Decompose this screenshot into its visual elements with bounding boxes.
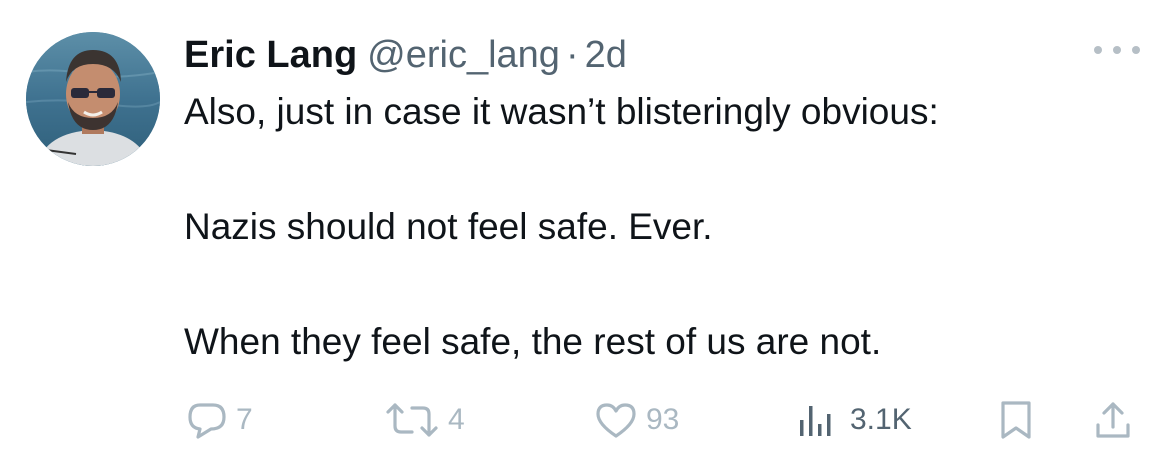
tweet-text: Also, just in case it wasn’t blisteringl… bbox=[184, 88, 1144, 365]
avatar-image bbox=[26, 32, 160, 166]
avatar[interactable] bbox=[26, 32, 160, 166]
tweet-line: When they feel safe, the rest of us are … bbox=[184, 321, 882, 362]
retweet-icon bbox=[386, 403, 438, 437]
retweet-count: 4 bbox=[448, 403, 465, 436]
reply-bubble-icon bbox=[188, 403, 226, 439]
retweet-button[interactable]: 4 bbox=[384, 392, 465, 448]
views-count: 3.1K bbox=[850, 403, 912, 436]
like-button[interactable]: 93 bbox=[594, 392, 679, 448]
share-upload-icon bbox=[1096, 402, 1130, 438]
author-name[interactable]: Eric Lang bbox=[184, 32, 357, 78]
like-count: 93 bbox=[646, 403, 680, 436]
tweet-card: Eric Lang @eric_lang · 2d Also, just in … bbox=[0, 0, 1170, 470]
header-separator: · bbox=[565, 34, 579, 76]
tweet-header: Eric Lang @eric_lang · 2d bbox=[184, 32, 627, 78]
author-handle[interactable]: @eric_lang bbox=[367, 32, 560, 78]
more-horizontal-icon[interactable] bbox=[1094, 38, 1140, 62]
views-button[interactable]: 3.1K bbox=[796, 392, 912, 448]
bookmark-icon bbox=[1001, 401, 1031, 439]
tweet-line: Also, just in case it wasn’t blisteringl… bbox=[184, 91, 939, 132]
tweet-line: Nazis should not feel safe. Ever. bbox=[184, 206, 713, 247]
bookmark-button[interactable] bbox=[998, 392, 1034, 448]
reply-button[interactable]: 7 bbox=[186, 392, 253, 448]
heart-icon bbox=[596, 403, 636, 438]
analytics-bars-icon bbox=[800, 406, 831, 436]
share-button[interactable] bbox=[1092, 392, 1134, 448]
reply-count: 7 bbox=[236, 403, 253, 436]
tweet-timestamp[interactable]: 2d bbox=[585, 32, 627, 78]
action-bar: 7 4 93 3.1K bbox=[0, 392, 1170, 448]
